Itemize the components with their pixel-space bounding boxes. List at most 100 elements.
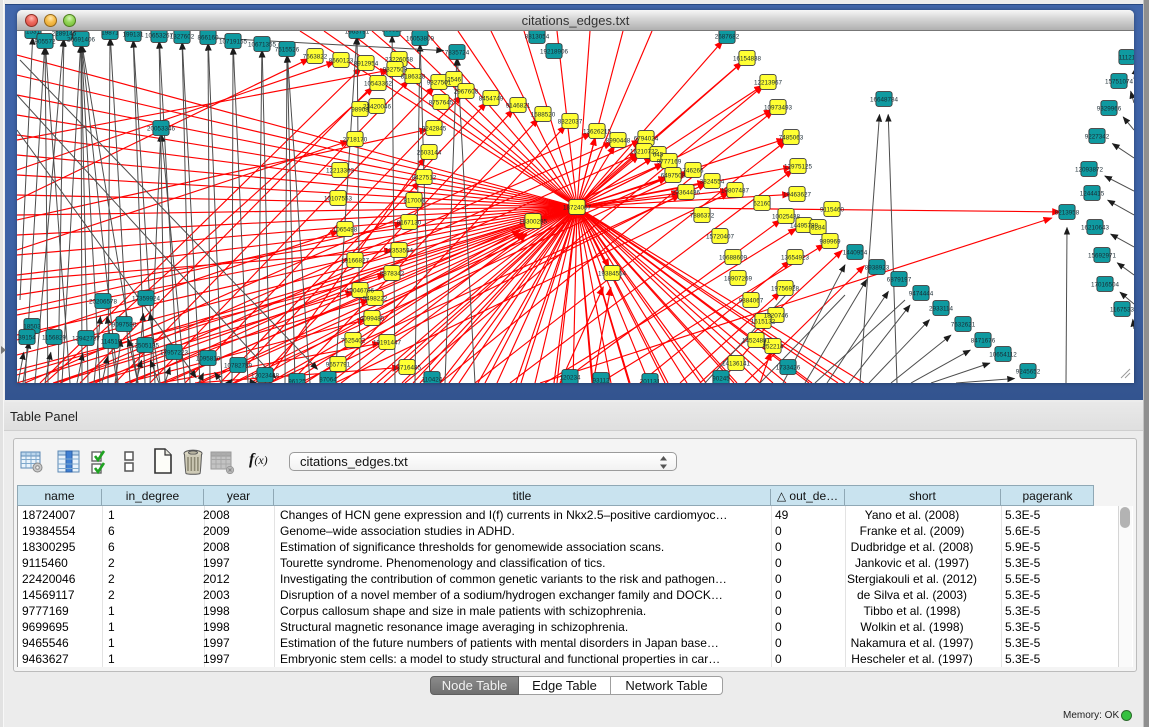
svg-text:19756928: 19756928 <box>771 286 800 293</box>
svg-text:1615132: 1615132 <box>751 319 776 326</box>
svg-text:7515526: 7515526 <box>275 47 300 54</box>
svg-text:9329966: 9329966 <box>1097 106 1122 113</box>
svg-text:8427512: 8427512 <box>412 175 437 182</box>
svg-text:8878342: 8878342 <box>380 271 405 278</box>
svg-text:6284: 6284 <box>811 225 826 232</box>
svg-text:9777169: 9777169 <box>657 159 682 166</box>
svg-text:8322037: 8322037 <box>558 119 583 126</box>
svg-text:10688609: 10688609 <box>719 255 748 262</box>
svg-text:13654923: 13654923 <box>781 255 810 262</box>
svg-text:13626215: 13626215 <box>583 129 612 136</box>
svg-text:1733426: 1733426 <box>776 365 801 372</box>
svg-text:12213363: 12213363 <box>326 168 355 175</box>
svg-text:7835724: 7835724 <box>445 50 470 57</box>
svg-text:1244415: 1244415 <box>1080 191 1105 198</box>
svg-text:90245: 90245 <box>712 376 730 383</box>
svg-text:17359924: 17359924 <box>132 296 161 303</box>
svg-text:114519: 114519 <box>101 339 122 346</box>
svg-text:12023448: 12023448 <box>251 373 280 380</box>
svg-text:10671355: 10671355 <box>248 42 277 49</box>
svg-text:10025438: 10025438 <box>772 214 801 221</box>
svg-text:1963791: 1963791 <box>345 31 370 36</box>
svg-text:6879197: 6879197 <box>887 277 912 284</box>
svg-text:866160: 866160 <box>197 35 219 42</box>
svg-text:9384067: 9384067 <box>739 298 764 305</box>
svg-text:1095810: 1095810 <box>196 356 221 363</box>
svg-text:1167533: 1167533 <box>1110 307 1134 314</box>
svg-text:10973493: 10973493 <box>764 105 793 112</box>
svg-text:12353594: 12353594 <box>385 248 414 255</box>
svg-text:2603144: 2603144 <box>417 150 442 157</box>
svg-text:9242845: 9242845 <box>422 126 447 133</box>
svg-text:1440954: 1440954 <box>843 250 868 257</box>
svg-text:12942737: 12942737 <box>72 336 101 343</box>
svg-text:252214: 252214 <box>762 344 784 351</box>
svg-text:905572: 905572 <box>34 39 56 46</box>
svg-text:8471676: 8471676 <box>971 338 996 345</box>
svg-text:10654112: 10654112 <box>989 352 1017 359</box>
svg-text:8990448: 8990448 <box>606 138 631 145</box>
svg-text:7485063: 7485063 <box>779 135 804 142</box>
svg-text:20364436: 20364436 <box>672 190 701 197</box>
svg-text:13716485: 13716485 <box>393 365 422 372</box>
svg-text:19871: 19871 <box>101 31 119 37</box>
svg-text:645: 645 <box>653 152 664 159</box>
svg-text:9097588: 9097588 <box>112 322 137 329</box>
svg-text:9474444: 9474444 <box>909 291 934 298</box>
svg-text:9146821: 9146821 <box>506 103 531 110</box>
svg-text:16053809: 16053809 <box>406 36 435 43</box>
svg-text:93112: 93112 <box>592 378 610 384</box>
svg-text:15751074: 15751074 <box>1105 79 1134 86</box>
svg-text:1065498: 1065498 <box>333 227 358 234</box>
svg-text:19384554: 19384554 <box>598 271 627 278</box>
svg-text:9245652: 9245652 <box>1016 369 1041 376</box>
svg-text:14136141: 14136141 <box>722 361 751 368</box>
svg-text:96125: 96125 <box>288 379 306 384</box>
svg-text:12505135: 12505135 <box>131 343 160 350</box>
svg-text:39154: 39154 <box>18 335 36 342</box>
svg-text:4099485: 4099485 <box>360 316 385 323</box>
svg-text:19463627: 19463627 <box>783 192 812 199</box>
svg-text:10782759: 10782759 <box>224 363 253 370</box>
svg-text:7886372: 7886372 <box>690 213 715 220</box>
svg-text:19191447: 19191447 <box>373 340 402 347</box>
svg-text:1327602: 1327602 <box>170 34 195 41</box>
svg-text:8186328: 8186328 <box>401 74 426 81</box>
svg-text:8757645: 8757645 <box>429 100 454 107</box>
svg-text:19166827: 19166827 <box>341 258 370 265</box>
svg-text:2967608: 2967608 <box>454 89 479 96</box>
svg-text:7663822: 7663822 <box>303 54 328 61</box>
svg-text:8213958: 8213958 <box>1055 210 1080 217</box>
svg-text:1588520: 1588520 <box>531 112 556 119</box>
svg-text:10543362: 10543362 <box>364 81 393 88</box>
svg-text:7625402: 7625402 <box>341 338 366 345</box>
svg-text:12213967: 12213967 <box>754 80 783 87</box>
svg-text:2718170: 2718170 <box>343 137 368 144</box>
svg-text:1531: 1531 <box>26 31 41 36</box>
svg-text:2687682: 2687682 <box>715 34 740 41</box>
svg-text:746266: 746266 <box>682 168 704 175</box>
svg-text:17957223: 17957223 <box>160 350 189 357</box>
svg-text:17016504: 17016504 <box>1091 282 1120 289</box>
svg-text:12093872: 12093872 <box>1075 167 1104 174</box>
svg-text:3824554: 3824554 <box>700 179 725 186</box>
svg-text:108326: 108326 <box>381 31 403 34</box>
svg-text:10046706: 10046706 <box>346 288 375 295</box>
svg-text:989969: 989969 <box>819 239 841 246</box>
svg-text:18724007: 18724007 <box>563 205 592 212</box>
svg-text:110424: 110424 <box>422 377 443 384</box>
svg-text:9227342: 9227342 <box>1085 134 1110 141</box>
svg-text:23226058: 23226058 <box>385 57 414 64</box>
svg-text:62160: 62160 <box>753 201 771 208</box>
svg-text:8813054: 8813054 <box>525 34 550 41</box>
svg-text:18907269: 18907269 <box>724 276 753 283</box>
svg-text:16210643: 16210643 <box>1081 225 1110 232</box>
svg-text:20691406: 20691406 <box>67 37 96 44</box>
svg-text:201131: 201131 <box>640 379 661 384</box>
svg-text:9657791: 9657791 <box>326 362 351 369</box>
svg-text:1156829: 1156829 <box>42 335 67 342</box>
svg-text:2933114: 2933114 <box>929 306 954 313</box>
svg-text:16648784: 16648784 <box>870 97 899 104</box>
svg-text:8912954: 8912954 <box>354 61 379 68</box>
svg-text:98908: 98908 <box>351 107 369 114</box>
